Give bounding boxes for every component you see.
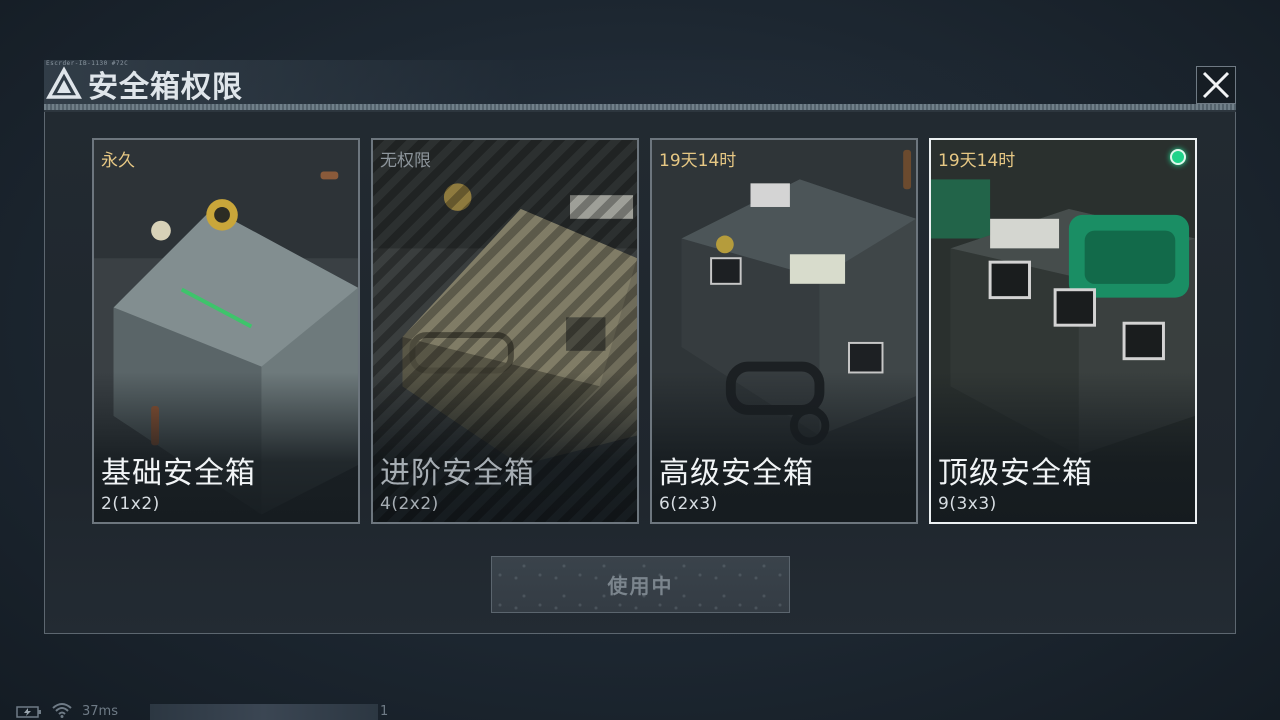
card-status: 19天14时 — [659, 151, 737, 171]
close-button[interactable] — [1196, 66, 1236, 104]
card-capacity: 6(2x3) — [659, 494, 718, 514]
card-status: 19天14时 — [938, 151, 1016, 171]
safe-box-card-basic[interactable]: 永久 基础安全箱 2(1x2) — [92, 138, 360, 524]
safe-box-card-advanced[interactable]: 无权限 进阶安全箱 4(2x2) — [371, 138, 639, 524]
safe-box-card-list: 永久 基础安全箱 2(1x2) 无权限 进阶安全箱 4(2x2) 19天14时 … — [92, 138, 1198, 524]
card-name: 进阶安全箱 — [380, 456, 535, 491]
card-capacity: 9(3x3) — [938, 494, 997, 514]
dialog-header: 安全箱权限 — [46, 64, 243, 105]
battery-charging-icon — [16, 706, 41, 718]
card-capacity: 2(1x2) — [101, 494, 160, 514]
card-name: 高级安全箱 — [659, 456, 814, 491]
safe-box-card-top[interactable]: 19天14时 顶级安全箱 9(3x3) — [929, 138, 1197, 524]
statusbar-number: 1 — [380, 704, 389, 719]
card-status: 永久 — [101, 151, 135, 171]
ping-text: 37ms — [82, 704, 118, 719]
card-name: 顶级安全箱 — [938, 456, 1093, 491]
card-status: 无权限 — [380, 151, 431, 171]
safe-box-card-premium[interactable]: 19天14时 高级安全箱 6(2x3) — [650, 138, 918, 524]
card-capacity: 4(2x2) — [380, 494, 439, 514]
card-name: 基础安全箱 — [101, 456, 256, 491]
blurred-info — [150, 704, 378, 720]
triangle-logo-icon — [46, 66, 82, 99]
in-use-button[interactable]: 使用中 — [491, 556, 790, 613]
close-icon — [1202, 71, 1230, 99]
wifi-icon — [52, 703, 72, 718]
in-use-button-label: 使用中 — [607, 574, 674, 598]
page-title: 安全箱权限 — [88, 70, 243, 105]
in-use-indicator-icon — [1170, 149, 1186, 165]
